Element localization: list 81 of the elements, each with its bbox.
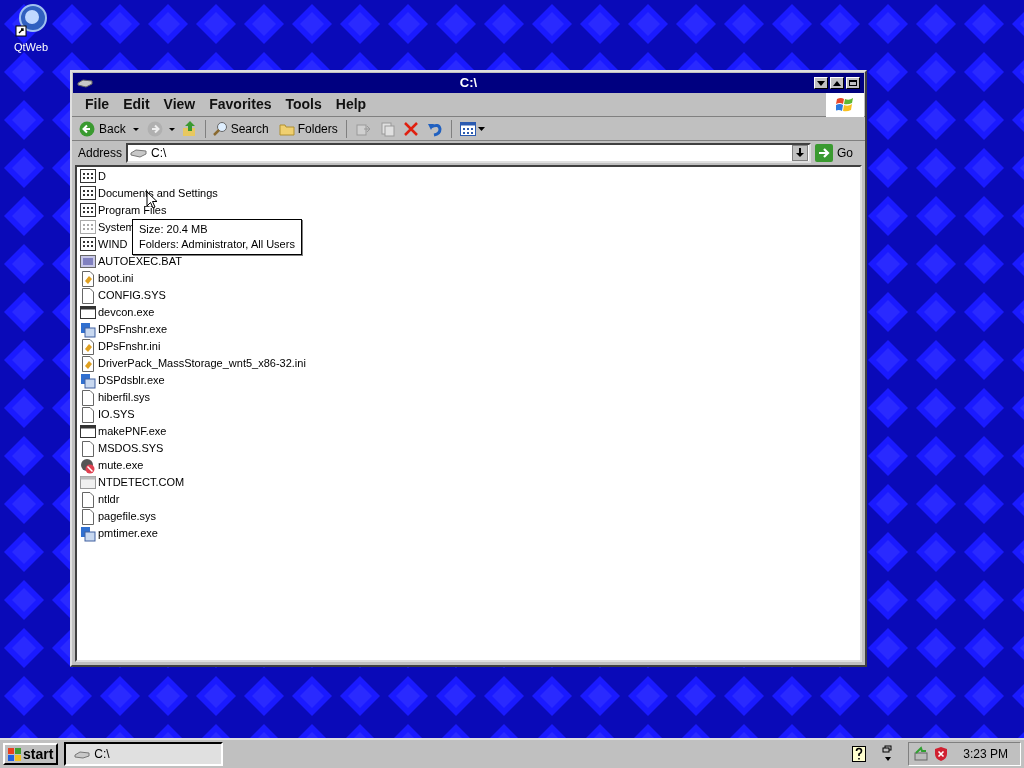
views-icon bbox=[459, 121, 476, 136]
drive-icon bbox=[77, 78, 93, 88]
drive-icon bbox=[74, 749, 91, 759]
desktop-switch-icon[interactable] bbox=[882, 745, 895, 763]
delete-icon[interactable] bbox=[402, 120, 419, 137]
file-name[interactable]: DSPdsblr.exe bbox=[98, 372, 165, 389]
tooltip-text: Folders: Administrator, All Users bbox=[139, 237, 295, 252]
file-name[interactable]: makePNF.exe bbox=[98, 423, 167, 440]
file-name[interactable]: Documents and Settings bbox=[98, 185, 218, 202]
file-name[interactable]: Program Files bbox=[98, 202, 167, 219]
folder-icon[interactable] bbox=[80, 202, 96, 219]
file-name[interactable]: DriverPack_MassStorage_wnt5_x86-32.ini bbox=[98, 355, 306, 372]
window-title: C:\ bbox=[459, 74, 478, 93]
search-icon bbox=[211, 120, 228, 137]
file-name[interactable]: MSDOS.SYS bbox=[98, 440, 164, 457]
file-name[interactable]: D bbox=[98, 168, 106, 185]
settings-file-icon[interactable] bbox=[80, 270, 96, 287]
help-icon[interactable] bbox=[852, 746, 867, 762]
folder-icon bbox=[278, 121, 295, 136]
program-icon[interactable] bbox=[80, 304, 96, 321]
folder-icon[interactable] bbox=[80, 185, 96, 202]
file-icon[interactable] bbox=[80, 406, 96, 423]
setup-program-icon[interactable] bbox=[80, 372, 96, 389]
file-name[interactable]: CONFIG.SYS bbox=[98, 287, 166, 304]
file-name[interactable]: WIND bbox=[98, 236, 128, 253]
shortcut-label[interactable]: QtWeb bbox=[14, 39, 49, 56]
taskbar-button[interactable]: C:\ bbox=[64, 742, 224, 766]
drive-icon bbox=[130, 148, 149, 158]
file-icon[interactable] bbox=[80, 440, 96, 457]
file-name[interactable]: NTDETECT.COM bbox=[98, 474, 185, 491]
file-name[interactable]: ntldr bbox=[98, 491, 120, 508]
setup-program-icon[interactable] bbox=[80, 321, 96, 338]
maximize-icon bbox=[833, 80, 841, 86]
setup-program-icon[interactable] bbox=[80, 525, 96, 542]
speaker-icon[interactable] bbox=[80, 457, 96, 474]
menu-item[interactable]: Tools bbox=[278, 94, 329, 115]
file-name[interactable]: IO.SYS bbox=[98, 406, 135, 423]
file-name[interactable]: boot.ini bbox=[98, 270, 134, 287]
settings-file-icon[interactable] bbox=[80, 338, 96, 355]
views-button[interactable] bbox=[459, 121, 485, 136]
address-label: Address bbox=[78, 145, 123, 162]
go-button[interactable]: Go bbox=[815, 144, 859, 162]
folder-icon[interactable] bbox=[80, 236, 96, 253]
minimize-icon bbox=[817, 80, 825, 86]
address-field[interactable]: C:\ bbox=[126, 143, 811, 163]
tooltip-text: Size: 20.4 MB bbox=[139, 222, 209, 237]
windows-logo-icon bbox=[8, 747, 22, 761]
clock: 3:23 PM bbox=[963, 746, 1008, 763]
folders-button[interactable]: Folders bbox=[278, 119, 338, 138]
file-name[interactable]: AUTOEXEC.BAT bbox=[98, 253, 182, 270]
folder-icon[interactable] bbox=[80, 168, 96, 185]
restore-icon bbox=[849, 80, 857, 86]
file-name[interactable]: mute.exe bbox=[98, 457, 144, 474]
shield-icon[interactable] bbox=[933, 746, 950, 762]
minimize-button[interactable] bbox=[814, 77, 828, 89]
settings-file-icon[interactable] bbox=[80, 355, 96, 372]
file-name[interactable]: pagefile.sys bbox=[98, 508, 157, 525]
maximize-button[interactable] bbox=[830, 77, 844, 89]
windows-logo-icon bbox=[836, 96, 854, 113]
file-icon[interactable] bbox=[80, 389, 96, 406]
program-icon[interactable] bbox=[80, 423, 96, 440]
start-button[interactable]: start bbox=[3, 743, 59, 765]
menu-item[interactable]: Edit bbox=[116, 94, 157, 115]
file-name[interactable]: pmtimer.exe bbox=[98, 525, 158, 542]
menu-item[interactable]: View bbox=[156, 94, 203, 115]
menu-item[interactable]: File bbox=[78, 94, 117, 115]
file-icon[interactable] bbox=[80, 287, 96, 304]
restore-button[interactable] bbox=[846, 77, 860, 89]
search-button[interactable]: Search bbox=[211, 119, 269, 138]
back-button[interactable]: Back bbox=[78, 119, 127, 138]
file-name[interactable]: devcon.exe bbox=[98, 304, 155, 321]
file-icon[interactable] bbox=[80, 491, 96, 508]
menu-item[interactable]: Help bbox=[328, 94, 374, 115]
caret-icon bbox=[477, 126, 485, 131]
app-shortcut-icon[interactable] bbox=[15, 4, 47, 38]
batch-file-icon[interactable] bbox=[80, 253, 96, 270]
file-icon[interactable] bbox=[80, 508, 96, 525]
file-name[interactable]: hiberfil.sys bbox=[98, 389, 150, 406]
file-name[interactable]: DPsFnshr.exe bbox=[98, 321, 168, 338]
file-name[interactable]: DPsFnshr.ini bbox=[98, 338, 161, 355]
menu-item[interactable]: Favorites bbox=[202, 94, 279, 115]
